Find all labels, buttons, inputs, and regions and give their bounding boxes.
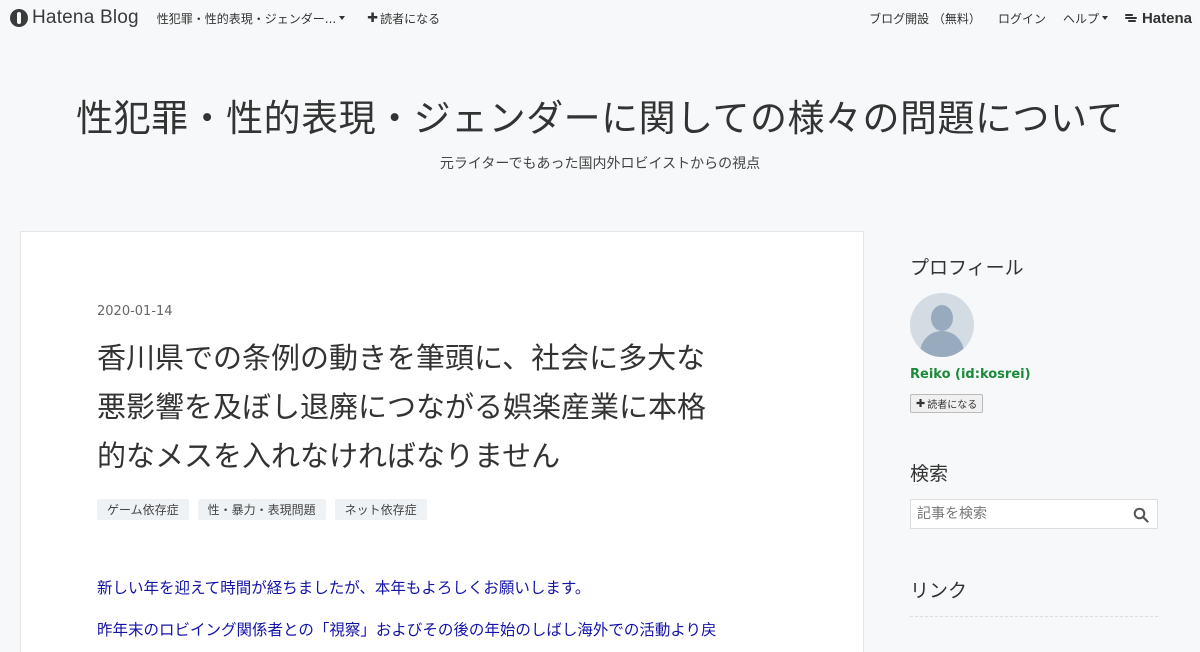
hatena-logo[interactable]: Hatena xyxy=(1124,9,1192,27)
plus-icon: ✚ xyxy=(367,10,379,26)
global-header-left: Hatena Blog 性犯罪・性的表現・ジェンダー... ✚ 読者になる xyxy=(10,0,440,36)
sidebar-subscribe-label: 読者になる xyxy=(927,400,978,411)
search-box xyxy=(910,499,1158,529)
sidebar-divider xyxy=(910,616,1158,617)
plus-icon: ✚ xyxy=(916,397,926,410)
help-dropdown[interactable]: ヘルプ xyxy=(1063,10,1108,27)
start-blog-link[interactable]: ブログ開設 （無料） xyxy=(869,10,981,27)
category-tag-game-addiction[interactable]: ゲーム依存症 xyxy=(97,499,189,520)
help-label: ヘルプ xyxy=(1062,11,1099,26)
caret-down-icon xyxy=(339,16,346,20)
avatar-body xyxy=(920,331,964,357)
blog-name-label: 性犯罪・性的表現・ジェンダー... xyxy=(156,11,337,26)
avatar-head xyxy=(931,305,953,331)
entry-paragraph: 昨年末のロビイング関係者との「視察」およびその後の年始のしばし海外での活動より戻 xyxy=(97,621,717,639)
global-header: Hatena Blog 性犯罪・性的表現・ジェンダー... ✚ 読者になる ブロ… xyxy=(0,0,1200,36)
entry-date[interactable]: 2020-01-14 xyxy=(97,304,173,319)
entry-title-line: 香川県での条例の動きを筆頭に、社会に多大な xyxy=(97,341,706,375)
category-tag-net-addiction[interactable]: ネット依存症 xyxy=(334,499,427,520)
sidebar-link-title: リンク xyxy=(910,580,968,602)
header-subscribe-button[interactable]: ✚ 読者になる xyxy=(367,10,440,27)
entry-paragraph: 新しい年を迎えて時間が経ちましたが、本年もよろしくお願いします。 xyxy=(97,579,591,597)
sidebar-search-title: 検索 xyxy=(910,463,949,485)
entry-title-line: 的なメスを入れなければなりません xyxy=(97,439,561,473)
blog-name-dropdown[interactable]: 性犯罪・性的表現・ジェンダー... xyxy=(156,10,346,27)
blog-description: 元ライターでもあった国内外ロビイストからの視点 xyxy=(439,156,761,172)
avatar[interactable] xyxy=(910,293,974,357)
hatena-logo-icon xyxy=(1124,13,1139,23)
entry-title[interactable]: 香川県での条例の動きを筆頭に、社会に多大な 悪影響を及ぼし退廃につながる娯楽産業… xyxy=(97,334,797,481)
search-icon[interactable] xyxy=(1133,507,1149,523)
category-tag-sex-violence-expression[interactable]: 性・暴力・表現問題 xyxy=(197,499,326,520)
header-subscribe-label: 読者になる xyxy=(380,11,441,26)
entry-title-line: 悪影響を及ぼし退廃につながる娯楽産業に本格 xyxy=(97,390,707,424)
search-input[interactable] xyxy=(911,500,1133,528)
sidebar-subscribe-button[interactable]: ✚ 読者になる xyxy=(910,394,984,413)
sidebar-profile-title: プロフィール xyxy=(910,257,1024,279)
global-header-right: ブログ開設 （無料） ログイン ヘルプ Hatena xyxy=(852,0,1192,36)
login-link[interactable]: ログイン xyxy=(998,10,1046,27)
profile-name-link[interactable]: Reiko (id:kosrei) xyxy=(910,367,1031,382)
blog-title[interactable]: 性犯罪・性的表現・ジェンダーに関しての様々の問題について xyxy=(0,88,1200,142)
hatena-logo-text: Hatena xyxy=(1141,9,1192,27)
hatena-blog-logo-text: Hatena Blog xyxy=(32,7,139,28)
hatena-blog-logo[interactable]: Hatena Blog xyxy=(10,7,139,29)
main-article: 2020-01-14 香川県での条例の動きを筆頭に、社会に多大な 悪影響を及ぼし… xyxy=(20,231,864,652)
caret-down-icon xyxy=(1101,16,1108,20)
hatena-blog-logo-icon xyxy=(10,9,28,27)
entry-categories: ゲーム依存症 性・暴力・表現問題 ネット依存症 xyxy=(97,499,436,520)
